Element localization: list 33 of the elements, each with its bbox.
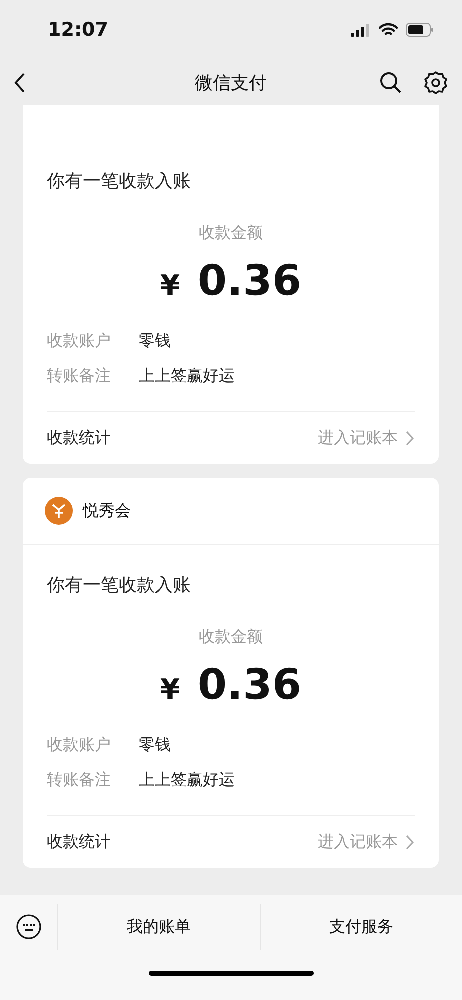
bottom-tab[interactable]: 支付服务 <box>260 904 462 950</box>
currency-symbol: ¥ <box>160 673 180 706</box>
amount-value: 0.36 <box>198 256 302 305</box>
field-label: 转账备注 <box>47 366 111 387</box>
chevron-right-icon <box>406 834 415 850</box>
amount-value: 0.36 <box>198 660 302 709</box>
status-time: 12:07 <box>48 19 108 41</box>
field-value: 零钱 <box>139 735 171 756</box>
settings-icon[interactable] <box>424 70 448 94</box>
battery-icon <box>406 23 434 37</box>
message-title: 你有一笔收款入账 <box>47 170 192 193</box>
bottom-tab[interactable]: 我的账单 <box>58 904 260 950</box>
search-icon[interactable] <box>380 72 402 94</box>
signal-icon <box>351 24 371 36</box>
amount-label: 收款金额 <box>198 223 264 244</box>
merchant-logo-icon <box>45 497 73 525</box>
message-title: 你有一笔收款入账 <box>47 574 192 597</box>
currency-symbol: ¥ <box>160 269 180 302</box>
page-title: 微信支付 <box>195 72 267 94</box>
field-label: 收款账户 <box>47 735 111 756</box>
stats-label: 收款统计 <box>47 832 111 852</box>
back-icon[interactable] <box>14 72 26 92</box>
keyboard-icon[interactable] <box>16 914 42 940</box>
merchant-name: 悦秀会 <box>83 500 131 522</box>
field-label: 转账备注 <box>47 770 111 791</box>
stats-label: 收款统计 <box>47 428 111 448</box>
wifi-icon <box>379 23 398 37</box>
field-value: 零钱 <box>139 331 171 352</box>
field-value: 上上签赢好运 <box>139 770 235 791</box>
amount-label: 收款金额 <box>198 627 264 648</box>
field-value: 上上签赢好运 <box>139 366 235 387</box>
chevron-right-icon <box>406 430 415 446</box>
field-label: 收款账户 <box>47 331 111 352</box>
